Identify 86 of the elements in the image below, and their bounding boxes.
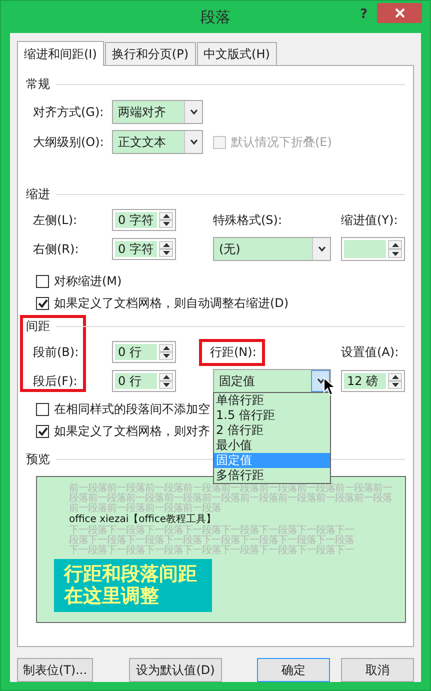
field-label: 左侧(L): [33,212,78,228]
checkbox-label: 在相同样式的段落间不添加空 [54,400,210,418]
spin-up-button[interactable] [388,240,402,249]
spin-up-button[interactable] [388,373,402,381]
field-label: 缩进值(Y): [341,212,399,228]
dialog-button[interactable]: 确定 [257,658,330,682]
spin-box[interactable]: 0 行 [112,370,176,392]
up-arrow-icon [162,243,170,247]
down-arrow-icon [162,383,170,387]
checkbox[interactable] [36,274,49,288]
spin-box[interactable]: 0 行 [112,341,176,363]
window-title: 段落 [200,8,230,26]
spin-down-button[interactable] [159,352,173,360]
field-label: 设置值(A): [341,344,400,360]
preview-text: 前一段落前一段落前一段落前一段落 [69,504,222,514]
dialog-button[interactable]: 取消 [341,658,414,682]
spin-down-button[interactable] [388,381,402,389]
checkbox-label: 默认情况下折叠(E) [231,134,332,150]
tab[interactable]: 中文版式(H) [196,42,277,65]
checkbox[interactable] [36,424,49,438]
preview-text: 段落下一段落下一段落下一段落下一段落下一段落下一段落下一段落 [69,536,355,546]
dropdown[interactable]: 正文文本 [112,130,203,154]
spin-down-button[interactable] [159,381,173,389]
dropdown[interactable]: 两端对齐 [112,100,203,124]
checkbox-label: 如果定义了文档网格，则对齐 [54,422,210,440]
down-arrow-icon [392,383,398,387]
dropdown-option[interactable]: 2 倍行距 [214,423,330,438]
caret-icon [190,109,198,115]
section-heading: 预览 [26,450,50,468]
preview-text: 下一段落下一段落下一段落下一段落下一段落下一段落下一段落下一 [69,546,355,556]
checkmark-icon [38,426,48,436]
section-heading: 间距 [26,318,50,334]
dropdown-option[interactable]: 最小值 [214,438,330,453]
down-arrow-icon [162,354,170,358]
dropdown[interactable]: (无) [213,237,331,261]
spin-up-button[interactable] [159,373,173,381]
dropdown-option[interactable]: 1.5 倍行距 [214,408,330,423]
help-button[interactable]: ? [357,7,371,22]
caret-icon [316,378,324,384]
down-arrow-icon [162,222,170,226]
up-arrow-icon [392,375,398,379]
dropdown[interactable]: 固定值 [213,369,331,393]
caret-icon [318,246,326,252]
checkmark-icon [38,298,48,308]
checkbox[interactable] [36,296,49,310]
up-arrow-icon [162,346,170,350]
down-arrow-icon [162,251,170,255]
cursor-icon [323,377,336,397]
spin-down-button[interactable] [388,249,402,258]
field-label: 行距(N): [210,344,256,358]
spin-box[interactable]: 0 字符 [112,209,176,231]
spin-up-button[interactable] [159,241,173,249]
down-arrow-icon [392,252,398,256]
field-label: 段后(F): [33,372,78,390]
dialog-button[interactable]: 设为默认值(D) [129,658,222,682]
dialog-button[interactable]: 制表位(T)... [17,658,93,682]
field-label: 大纲级别(O): [33,134,105,150]
tab[interactable]: 换行和分页(P) [104,42,196,65]
caret-icon [190,139,198,145]
dropdown-option[interactable]: 多倍行距 [214,468,330,483]
spin-up-button[interactable] [159,212,173,220]
spin-down-button[interactable] [159,220,173,228]
callout-note: 行距和段落间距在这里调整 [54,559,212,612]
preview-text: 段落前一段落前一段落前一段落前一段落前一段落前一段落前一段落前一段落 [69,494,393,504]
close-button[interactable] [377,3,422,23]
spin-up-button[interactable] [159,344,173,352]
preview-text: 下一段落下一段落下一段落下一段落下一段落下一段落下一段落下一 [69,526,355,536]
checkbox[interactable] [36,402,49,416]
field-label: 对齐方式(G): [33,104,105,120]
tab[interactable]: 缩进和间距(I) [17,41,104,66]
section-heading: 缩进 [26,186,50,202]
preview-sample: office xiezai【office教程工具】 [69,514,216,525]
field-label: 特殊格式(S): [213,212,284,228]
up-arrow-icon [162,214,170,218]
checkbox-label: 对称缩进(M) [54,272,122,290]
up-arrow-icon [162,375,170,379]
section-heading: 常规 [26,76,50,92]
up-arrow-icon [392,242,398,246]
close-icon [394,8,404,18]
checkbox-label: 如果定义了文档网格，则自动调整右缩进(D) [54,294,289,312]
dropdown-option[interactable]: 单倍行距 [214,393,330,408]
field-label: 段前(B): [33,344,80,360]
spin-box[interactable]: 0 字符 [112,238,176,260]
field-label: 右侧(R): [33,240,80,258]
spin-box[interactable]: 12 磅 [341,370,405,392]
spin-down-button[interactable] [159,249,173,257]
